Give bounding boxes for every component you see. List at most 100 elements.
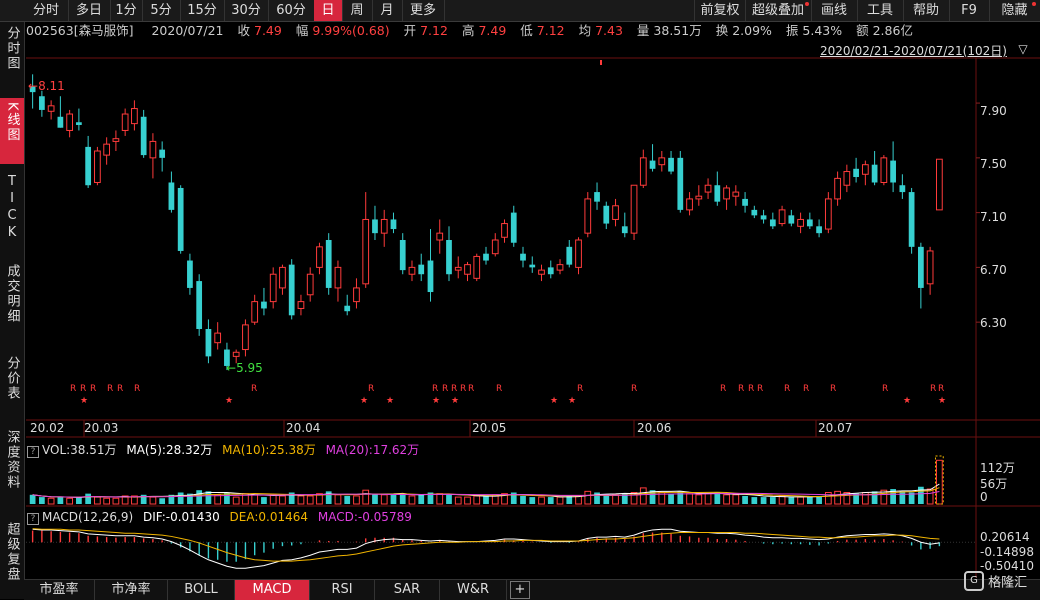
tab-wr[interactable]: W&R <box>440 580 507 600</box>
candle-body <box>677 157 684 210</box>
candle-body <box>621 226 628 234</box>
help-icon[interactable]: ? <box>27 446 39 458</box>
volume-bar <box>473 495 481 505</box>
volume-bar <box>547 497 554 504</box>
tab-boll[interactable]: BOLL <box>168 580 235 600</box>
volume-bar <box>362 489 370 505</box>
volume-bar <box>159 498 166 504</box>
date-tick: 20.06 <box>637 421 672 435</box>
candle-body <box>816 226 822 234</box>
volume-bar <box>704 493 712 505</box>
candle-body <box>427 260 434 293</box>
signal-r: R <box>134 384 140 394</box>
price-tick: 7.90 <box>980 104 1007 118</box>
candle-body <box>584 198 592 234</box>
candle-body <box>778 209 786 225</box>
indicator-tab-bar: 市盈率 市净率 BOLL MACD RSI SAR W&R + <box>24 579 1040 600</box>
signal-r: R <box>803 384 809 394</box>
candle-body <box>538 269 545 275</box>
volume-bar <box>677 491 684 504</box>
candle-body <box>529 264 536 268</box>
volume-bar <box>279 495 286 505</box>
candle-body <box>806 219 813 227</box>
tab-macd[interactable]: MACD <box>235 580 310 600</box>
candle-body <box>288 264 295 316</box>
signal-r: R <box>631 384 637 394</box>
signal-star: ★ <box>903 396 911 406</box>
vol-tick: 112万 <box>980 461 1015 475</box>
candle-body <box>408 266 416 275</box>
candle-body <box>372 219 378 234</box>
volume-bar <box>47 497 55 505</box>
add-tab-button[interactable]: + <box>510 581 530 599</box>
candle-body <box>140 116 147 156</box>
candle-body <box>501 223 508 238</box>
signal-r: R <box>720 384 726 394</box>
candle-body <box>899 185 906 193</box>
volume-bar <box>483 495 489 504</box>
volume-bar <box>899 491 906 504</box>
candle-body <box>159 149 166 158</box>
signal-r: R <box>757 384 763 394</box>
candle-body <box>103 143 111 156</box>
vol-title: VOL:38.51万 <box>42 443 117 457</box>
candle-body <box>751 209 758 216</box>
signal-r: R <box>117 384 123 394</box>
candle-body <box>668 157 674 172</box>
candle-body <box>732 191 740 197</box>
candle-body <box>464 264 471 275</box>
signal-star: ★ <box>550 396 558 406</box>
candle-body <box>695 195 703 200</box>
signal-r: R <box>468 384 474 394</box>
signal-r: R <box>830 384 836 394</box>
volume-bar <box>529 497 536 504</box>
candle-body <box>704 184 712 193</box>
candle-body <box>232 351 240 357</box>
signal-star: ★ <box>80 396 88 406</box>
tab-rsi[interactable]: RSI <box>310 580 375 600</box>
candle-body <box>686 198 693 211</box>
candle-body <box>168 182 175 210</box>
volume-bar <box>149 496 157 505</box>
macd-title: MACD(12,26,9) <box>42 510 134 524</box>
macd-tick: 0.20614 <box>980 530 1030 544</box>
candle-body <box>788 215 795 224</box>
signal-r: R <box>442 384 448 394</box>
volume-bar <box>261 497 267 504</box>
candle-body <box>575 239 582 268</box>
volume-bar <box>39 497 45 504</box>
signal-r: R <box>460 384 466 394</box>
low-mark: ←5.95 <box>226 361 263 375</box>
signal-star: ★ <box>386 396 394 406</box>
candle-body <box>936 158 943 211</box>
signal-r: R <box>882 384 888 394</box>
help-icon[interactable]: ? <box>27 513 39 525</box>
volume-bar <box>418 494 425 504</box>
logo-icon: G <box>964 571 984 591</box>
signal-star: ★ <box>225 396 233 406</box>
tab-pe[interactable]: 市盈率 <box>24 580 95 600</box>
price-tick: 6.30 <box>980 316 1007 330</box>
candle-body <box>639 157 647 186</box>
brand-logo: G 格隆汇 <box>964 571 1034 595</box>
logo-text: 格隆汇 <box>988 575 1028 591</box>
volume-bar <box>769 497 776 504</box>
date-tick: 20.05 <box>472 421 507 435</box>
signal-r: R <box>748 384 754 394</box>
tab-pb[interactable]: 市净率 <box>95 580 168 600</box>
price-tick: 7.50 <box>980 157 1007 171</box>
candle-body <box>269 273 277 303</box>
candle-body <box>454 266 462 271</box>
candle-body <box>649 160 656 169</box>
tab-sar[interactable]: SAR <box>375 580 440 600</box>
signal-r: R <box>90 384 96 394</box>
volume-bar <box>668 493 674 504</box>
candle-body <box>714 185 721 202</box>
vol-ma5: MA(5):28.32万 <box>126 443 213 457</box>
signal-r: R <box>784 384 790 394</box>
candle-body <box>306 273 314 296</box>
candle-body <box>380 218 388 234</box>
candle-body <box>297 301 305 309</box>
candle-body <box>436 232 444 241</box>
volume-bar <box>732 494 740 505</box>
